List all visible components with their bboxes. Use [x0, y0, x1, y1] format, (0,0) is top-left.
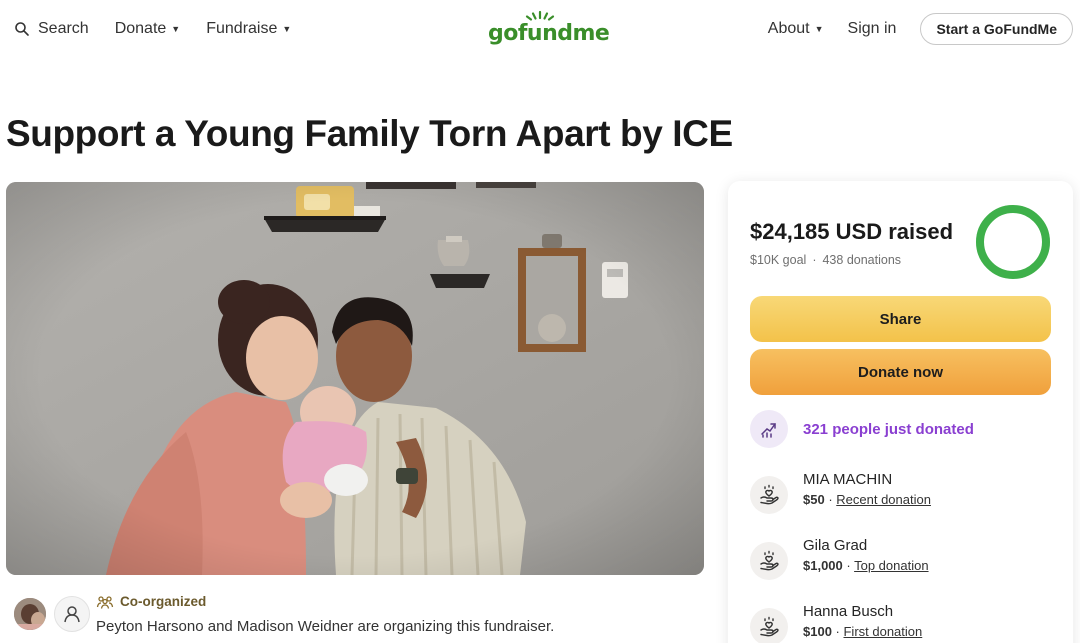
- page-title: Support a Young Family Torn Apart by ICE: [6, 113, 733, 154]
- donor-amount: $1,000: [803, 558, 843, 573]
- co-organized-badge: Co-organized: [96, 594, 206, 609]
- gofundme-logo[interactable]: gofundme: [488, 10, 610, 46]
- campaign-hero-image[interactable]: [6, 182, 704, 575]
- trend-text: 321 people just donated: [803, 420, 974, 438]
- list-item: Gila Grad $1,000 · Top donation: [750, 537, 929, 580]
- signin-link[interactable]: Sign in: [848, 20, 897, 38]
- chevron-down-icon: ▼: [814, 24, 824, 34]
- heart-hands-icon: [750, 608, 788, 643]
- header-nav-right: About ▼ Sign in Start a GoFundMe: [768, 13, 1073, 45]
- donation-type-link[interactable]: Top donation: [854, 558, 928, 573]
- donor-amount: $50: [803, 492, 825, 507]
- fundraise-menu-label: Fundraise: [206, 20, 278, 37]
- donate-menu-label: Donate: [114, 20, 167, 37]
- fundraise-menu[interactable]: Fundraise ▼: [206, 20, 291, 38]
- search-label: Search: [38, 20, 89, 37]
- donor-meta: $1,000 · Top donation: [803, 558, 929, 573]
- donate-menu[interactable]: Donate ▼: [115, 20, 181, 38]
- share-button[interactable]: Share: [750, 296, 1051, 342]
- user-icon: [54, 596, 90, 632]
- chevron-down-icon: ▼: [282, 24, 292, 34]
- trending-up-icon: [750, 410, 788, 448]
- donation-type-link[interactable]: Recent donation: [836, 492, 931, 507]
- organizer-avatars[interactable]: [12, 596, 90, 632]
- family-photo-illustration: [6, 182, 704, 575]
- search-icon: [15, 22, 29, 36]
- co-organized-label: Co-organized: [120, 594, 207, 609]
- search-link[interactable]: Search: [14, 20, 89, 38]
- avatar: [12, 596, 48, 632]
- logo-wordmark: gofundme: [488, 21, 610, 46]
- recent-activity: 321 people just donated: [750, 410, 974, 448]
- signin-label: Sign in: [847, 20, 897, 37]
- donation-type-link[interactable]: First donation: [843, 624, 922, 639]
- donor-meta: $50 · Recent donation: [803, 492, 931, 507]
- list-item: MIA MACHIN $50 · Recent donation: [750, 471, 931, 514]
- about-menu[interactable]: About ▼: [768, 20, 824, 38]
- organizers-text: Peyton Harsono and Madison Weidner are o…: [96, 618, 555, 635]
- donor-name: Hanna Busch: [803, 603, 894, 620]
- donor-name: Gila Grad: [803, 537, 868, 554]
- chevron-down-icon: ▼: [171, 24, 181, 34]
- donor-amount: $100: [803, 624, 832, 639]
- goal-summary: $10K goal · 438 donations: [750, 253, 902, 267]
- about-menu-label: About: [767, 20, 810, 37]
- list-item: Hanna Busch $100 · First donation: [750, 603, 922, 643]
- donor-name: MIA MACHIN: [803, 471, 893, 488]
- heart-hands-icon: [750, 476, 788, 514]
- donation-card: $24,185 USD raised $10K goal · 438 donatio…: [728, 181, 1073, 643]
- header-nav-left: Search Donate ▼ Fundraise ▼: [14, 17, 317, 41]
- progress-ring: [976, 205, 1050, 279]
- donor-meta: $100 · First donation: [803, 624, 923, 639]
- amount-raised: $24,185 USD raised: [750, 219, 954, 244]
- donate-now-button[interactable]: Donate now: [750, 349, 1051, 395]
- donation-count: 438 donations: [822, 253, 902, 267]
- goal-amount: $10K goal: [750, 253, 807, 267]
- heart-hands-icon: [750, 542, 788, 580]
- people-group-icon: [96, 595, 114, 609]
- start-gofundme-button[interactable]: Start a GoFundMe: [920, 13, 1073, 45]
